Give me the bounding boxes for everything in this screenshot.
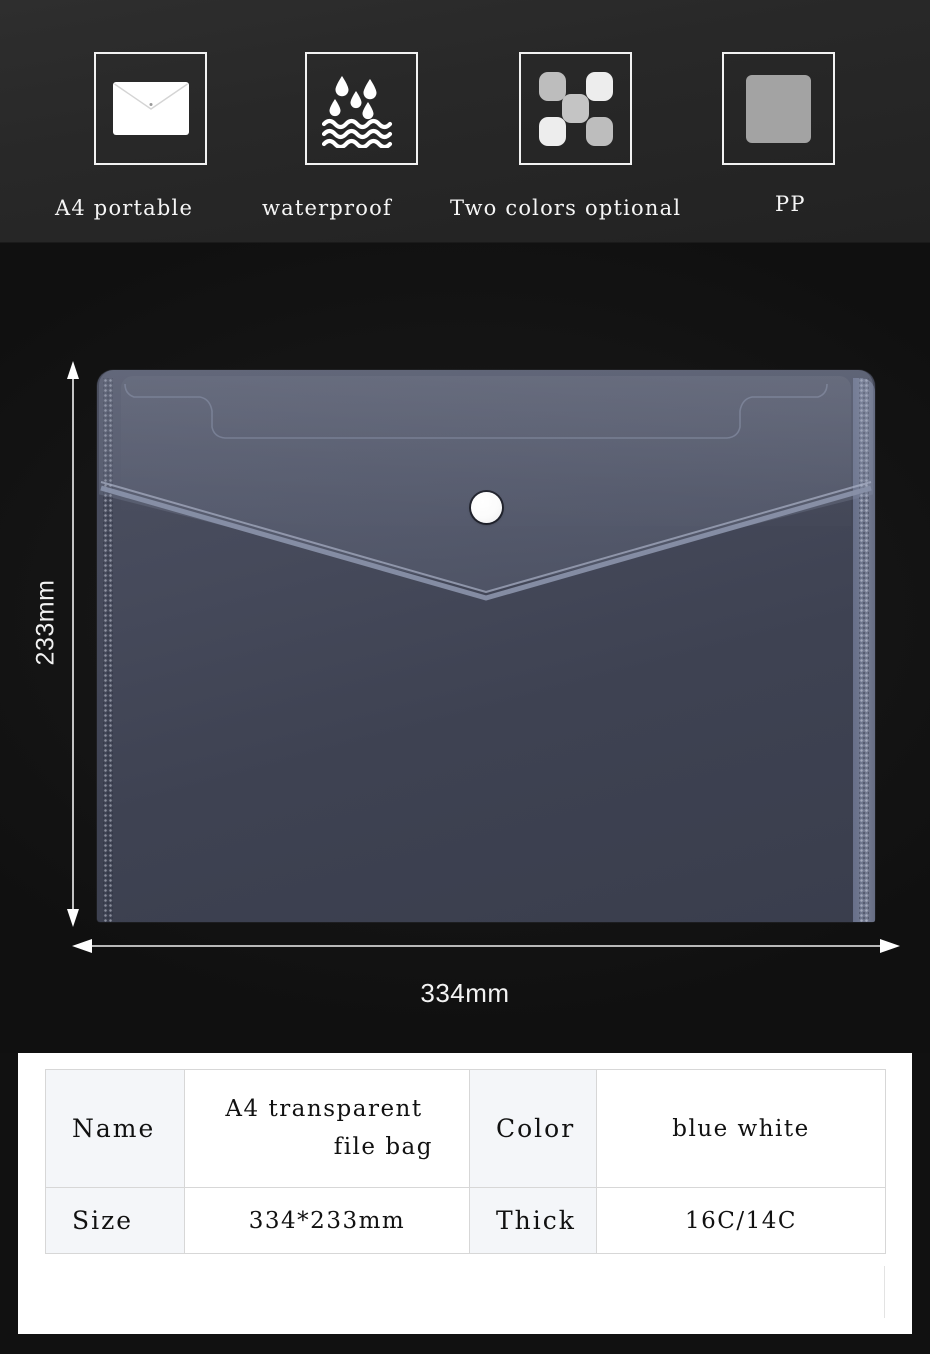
spec-value-size: 334*233mm <box>184 1187 470 1254</box>
icon-frame <box>519 52 632 165</box>
spec-key-size: Size <box>45 1187 185 1254</box>
spec-key-color: Color <box>469 1069 597 1188</box>
spec-key-name: Name <box>45 1069 185 1188</box>
feature-item-pp <box>722 52 835 165</box>
bag-flap-outline <box>100 383 872 601</box>
table-row: Size 334*233mm Thick 16C/14C <box>45 1187 886 1254</box>
envelope-icon <box>112 82 189 135</box>
swatch-top-left <box>538 71 566 101</box>
product-detail-page: A4 portable waterproof Two colors option… <box>0 0 930 1354</box>
icon-frame <box>722 52 835 165</box>
color-swatches-icon <box>538 71 613 146</box>
feature-item-two-colors <box>519 52 632 165</box>
feature-icon-row: A4 portable waterproof Two colors option… <box>0 0 930 220</box>
feature-label-a4-portable: A4 portable <box>55 196 194 220</box>
dimension-arrow-vertical <box>67 361 79 927</box>
envelope-flap-line <box>113 83 188 110</box>
feature-label-waterproof: waterproof <box>262 196 392 220</box>
table-row: Name A4 transparent file bag Color blue … <box>45 1069 886 1188</box>
spec-value-name: A4 transparent file bag <box>184 1069 470 1188</box>
material-square-icon <box>746 74 811 143</box>
feature-item-a4-portable <box>94 52 207 165</box>
specification-card: Name A4 transparent file bag Color blue … <box>18 1053 912 1334</box>
feature-label-two-colors: Two colors optional <box>450 196 682 220</box>
dimension-label-width: 334mm <box>420 978 510 1008</box>
spec-value-color: blue white <box>596 1069 886 1188</box>
dimension-label-height: 233mm <box>31 579 60 666</box>
swatch-top-right <box>585 71 613 101</box>
spec-value-name-line2: file bag <box>333 1133 433 1160</box>
product-stage: 233mm 334mm <box>0 243 930 1053</box>
icon-frame <box>305 52 418 165</box>
icon-frame <box>94 52 207 165</box>
feature-band: A4 portable waterproof Two colors option… <box>0 0 930 243</box>
feature-item-waterproof <box>305 52 418 165</box>
product-file-bag <box>97 370 875 922</box>
specification-table: Name A4 transparent file bag Color blue … <box>45 1069 886 1254</box>
table-trailing-rule <box>884 1266 885 1318</box>
waterdrop-waves-icon <box>321 75 392 148</box>
spec-value-thick: 16C/14C <box>596 1187 886 1254</box>
spec-key-thick: Thick <box>469 1187 597 1254</box>
swatch-bottom-left <box>538 116 566 146</box>
dimension-arrow-horizontal <box>72 939 900 953</box>
swatch-center <box>561 93 589 123</box>
snap-button <box>471 492 502 523</box>
feature-label-pp: PP <box>775 192 806 216</box>
spec-value-name-line1: A4 transparent <box>225 1096 423 1123</box>
swatch-bottom-right <box>585 116 613 146</box>
